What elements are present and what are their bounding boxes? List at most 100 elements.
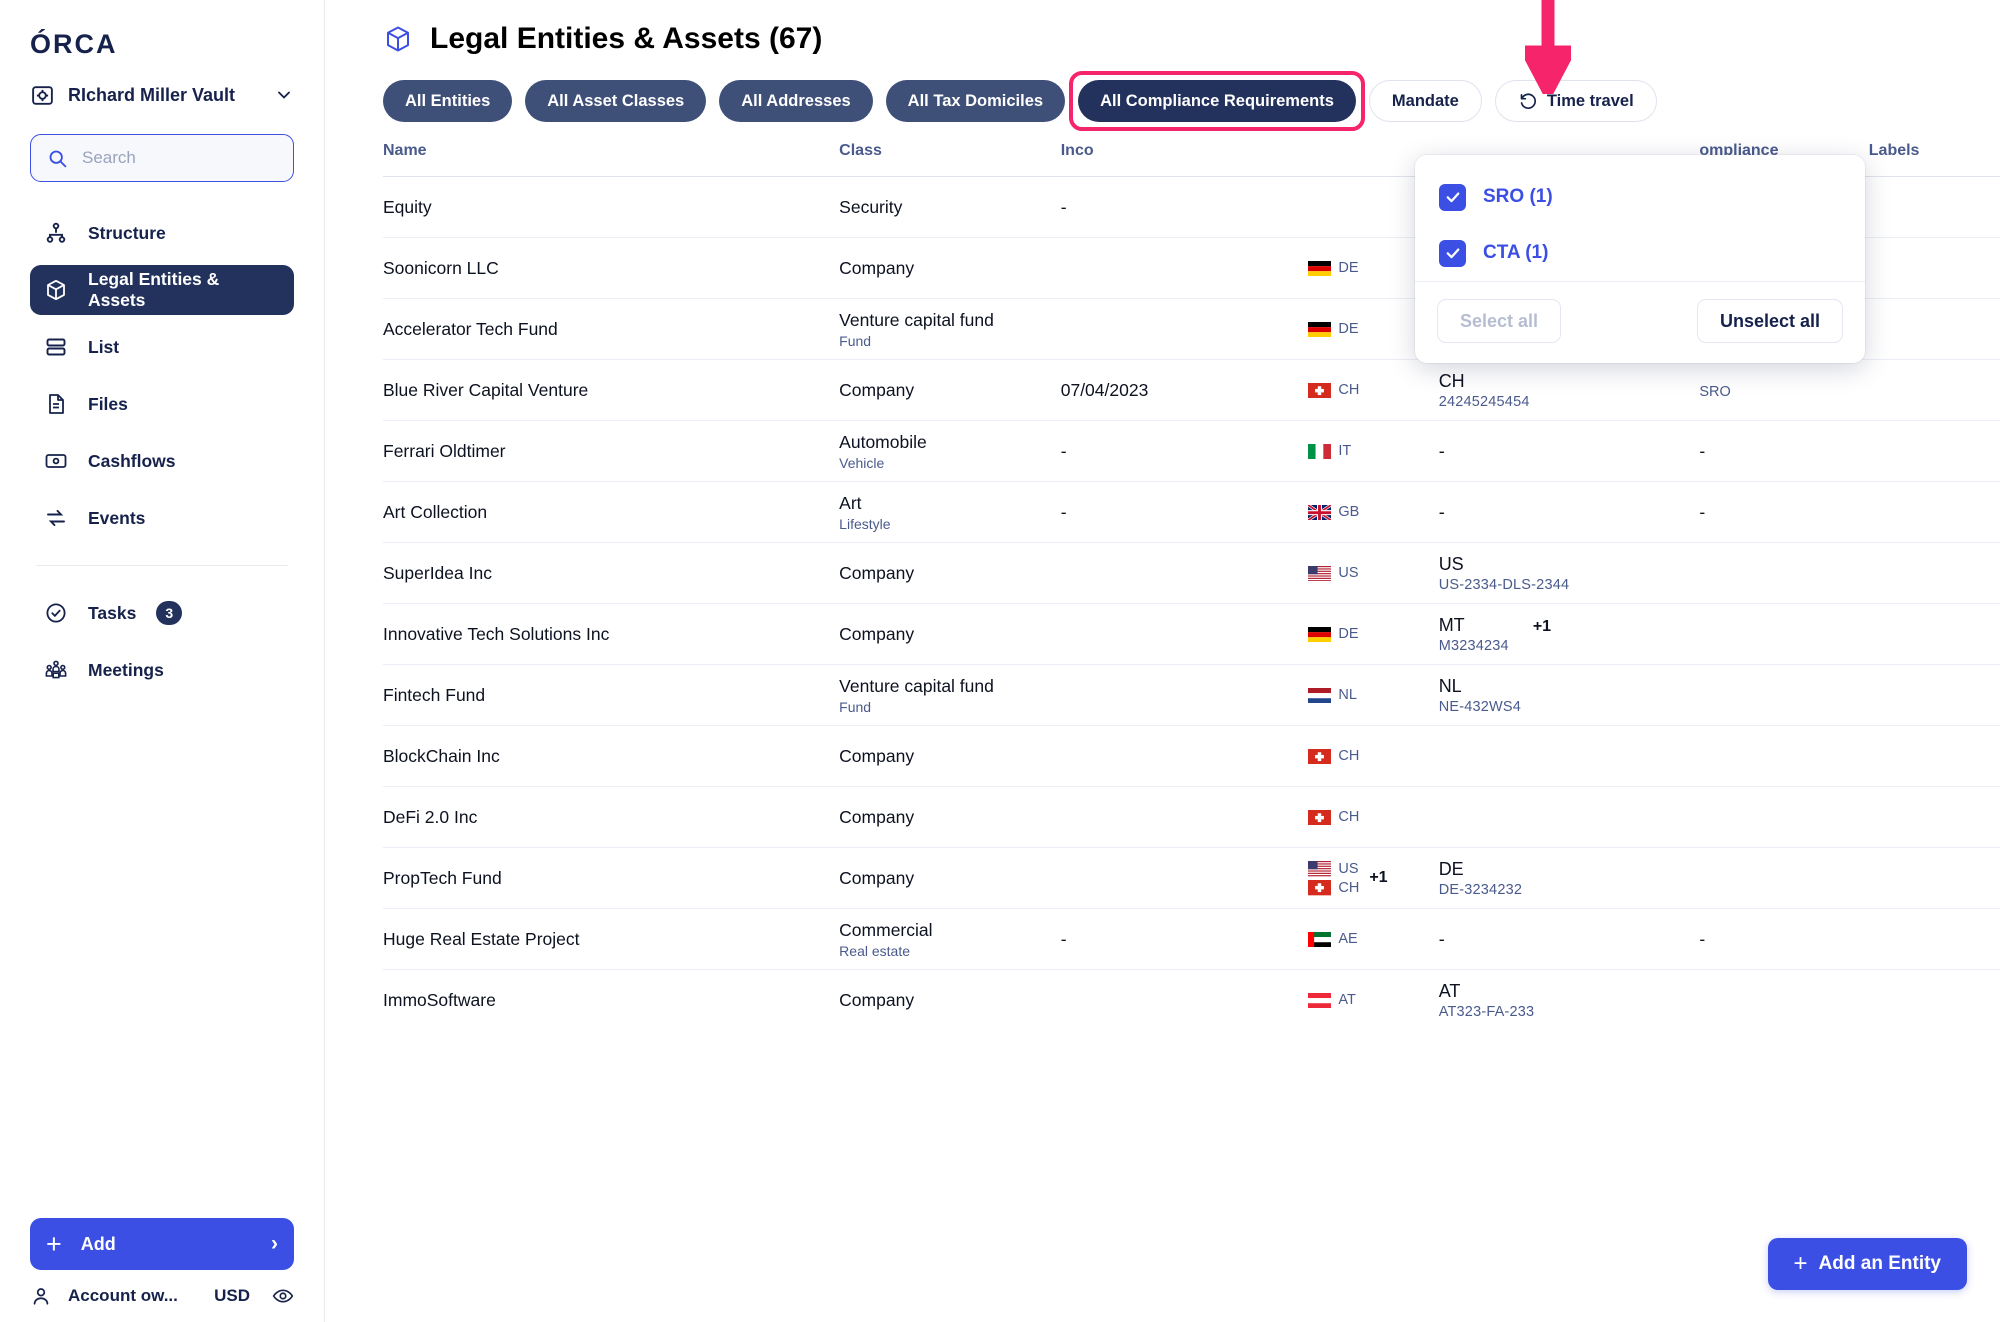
cell-tax-domicile: CH: [1308, 725, 1439, 787]
table-row[interactable]: Ferrari Oldtimer Automobile Vehicle - IT - -: [383, 420, 2000, 482]
domicile-entry: GB: [1307, 503, 1359, 522]
cell-incorporation: [1060, 664, 1309, 726]
cell-class: Art Lifestyle: [839, 481, 1061, 543]
cell-tax-domicile: CH: [1308, 359, 1439, 421]
domicile-entry: US: [1308, 861, 1359, 877]
cell-compliance: [1699, 725, 1869, 787]
sidebar-item-meetings[interactable]: Meetings: [30, 645, 294, 695]
filter-all-compliance-requirements[interactable]: All Compliance Requirements: [1078, 80, 1356, 122]
sidebar-item-structure[interactable]: Structure: [30, 208, 294, 258]
table-row[interactable]: SuperIdea Inc Company US US US-2334-DLS-2344: [383, 542, 2000, 604]
tax-id: M3234234: [1438, 637, 1509, 654]
filter-all-addresses[interactable]: All Addresses: [719, 80, 873, 122]
cell-compliance: [1699, 786, 1869, 848]
checkbox-checked-icon[interactable]: [1439, 239, 1466, 267]
sidebar-item-events[interactable]: Events: [30, 493, 294, 543]
domicile-code: AE: [1338, 931, 1358, 947]
sidebar-footer: + Add › Account ow... USD: [30, 1218, 294, 1322]
cell-labels: [1868, 176, 2000, 238]
account-row[interactable]: Account ow... USD: [30, 1270, 294, 1322]
cell-class-sub: Fund: [839, 698, 872, 715]
page-title: Legal Entities & Assets (67): [430, 22, 823, 55]
sidebar-item-label: Cashflows: [88, 450, 176, 471]
tax-id: DE-3234232: [1438, 881, 1523, 898]
domicile-entry: DE: [1308, 321, 1359, 337]
domicile-entry: NL: [1308, 687, 1357, 703]
sidebar-item-files[interactable]: Files: [30, 379, 294, 429]
cell-name: Innovative Tech Solutions Inc: [383, 603, 840, 665]
search-box[interactable]: [30, 134, 294, 182]
table-row[interactable]: ImmoSoftware Company AT AT AT323-FA-233: [383, 969, 2000, 1031]
cell-name: DeFi 2.0 Inc: [383, 786, 840, 848]
cell-incorporation: [1060, 542, 1309, 604]
filter-bar: All Entities All Asset Classes All Addre…: [325, 56, 2000, 131]
cell-tax-domicile: IT: [1308, 420, 1439, 482]
cell-labels: [1868, 481, 2000, 543]
tax-code: US: [1438, 553, 1464, 574]
table-row[interactable]: Art Collection Art Lifestyle - GB - -: [383, 481, 2000, 543]
eye-icon[interactable]: [272, 1285, 294, 1307]
flag-ch-icon: [1308, 748, 1332, 764]
app-logo[interactable]: ÓRCA: [30, 0, 294, 70]
tax-code: CH: [1438, 370, 1465, 391]
sidebar-item-cashflows[interactable]: Cashflows: [30, 436, 294, 486]
dropdown-option-sro[interactable]: SRO (1): [1415, 169, 1865, 225]
col-header-labels[interactable]: Labels: [1869, 142, 2000, 177]
box-icon: [383, 24, 413, 54]
cell-tax-number: -: [1438, 908, 1700, 970]
cell-name: SuperIdea Inc: [383, 542, 840, 604]
table-row[interactable]: BlockChain Inc Company CH: [383, 725, 2000, 787]
cell-tax-domicile: GB: [1307, 481, 1439, 543]
cell-class: Company: [839, 359, 1061, 421]
flag-us-icon: [1308, 565, 1332, 581]
flag-de-icon: [1308, 260, 1332, 276]
cell-labels: [1868, 603, 2000, 665]
domicile-code: US: [1338, 860, 1359, 877]
tax-code: AT: [1438, 980, 1461, 1001]
cell-compliance: [1699, 603, 1869, 665]
unselect-all-button[interactable]: Unselect all: [1696, 299, 1843, 343]
checkbox-checked-icon[interactable]: [1439, 183, 1466, 211]
structure-icon: [44, 221, 68, 245]
sidebar-item-list[interactable]: List: [30, 322, 294, 372]
domicile-entry: CH: [1308, 809, 1359, 825]
domicile-code: NL: [1338, 687, 1357, 703]
col-header-incorporation[interactable]: Inco: [1061, 142, 1309, 177]
add-button[interactable]: + Add ›: [30, 1218, 294, 1270]
col-header-class[interactable]: Class: [839, 142, 1061, 177]
tax-code: -: [1438, 440, 1445, 461]
table-row[interactable]: Innovative Tech Solutions Inc Company DE MT…: [383, 603, 2000, 665]
sidebar-item-tasks[interactable]: Tasks 3: [30, 588, 294, 638]
select-all-button[interactable]: Select all: [1437, 299, 1562, 343]
sidebar-nav: Structure Legal Entities & Assets List F…: [30, 208, 294, 695]
vault-selector[interactable]: RIchard Miller Vault: [30, 74, 294, 116]
flag-gb-icon: [1307, 503, 1333, 522]
filter-time-travel[interactable]: Time travel: [1494, 80, 1657, 122]
search-input[interactable]: [82, 148, 277, 168]
domicile-entry: DE: [1308, 626, 1359, 642]
list-icon: [44, 335, 68, 359]
cell-name: Soonicorn LLC: [383, 237, 840, 299]
add-an-entity-button[interactable]: + Add an Entity: [1767, 1238, 1967, 1290]
col-header-name[interactable]: Name: [383, 142, 839, 177]
cell-incorporation: -: [1060, 420, 1309, 482]
sidebar-item-legal-entities-assets[interactable]: Legal Entities & Assets: [30, 265, 294, 315]
domicile-code: DE: [1338, 260, 1359, 276]
filter-mandate[interactable]: Mandate: [1368, 80, 1482, 122]
domicile-more-count: +1: [1369, 869, 1388, 886]
domicile-entry: CH: [1308, 748, 1359, 764]
table-row[interactable]: Fintech Fund Venture capital fund Fund NL NL…: [383, 664, 2000, 726]
tax-code: -: [1438, 928, 1445, 949]
filter-all-entities[interactable]: All Entities: [383, 80, 513, 122]
cell-compliance: [1699, 542, 1869, 604]
table-row[interactable]: Huge Real Estate Project Commercial Real e…: [383, 908, 2000, 970]
filter-all-asset-classes[interactable]: All Asset Classes: [525, 80, 707, 122]
table-row[interactable]: PropTech Fund Company US CH +1 DE DE-3234232: [383, 847, 2000, 909]
cell-incorporation: [1060, 603, 1309, 665]
table-row[interactable]: Blue River Capital Venture Company 07/04/2…: [383, 359, 2000, 421]
table-row[interactable]: DeFi 2.0 Inc Company CH: [383, 786, 2000, 848]
dropdown-option-cta[interactable]: CTA (1): [1415, 225, 1865, 281]
cell-incorporation: [1060, 725, 1309, 787]
filter-all-tax-domiciles[interactable]: All Tax Domiciles: [885, 80, 1066, 122]
events-icon: [44, 506, 68, 530]
